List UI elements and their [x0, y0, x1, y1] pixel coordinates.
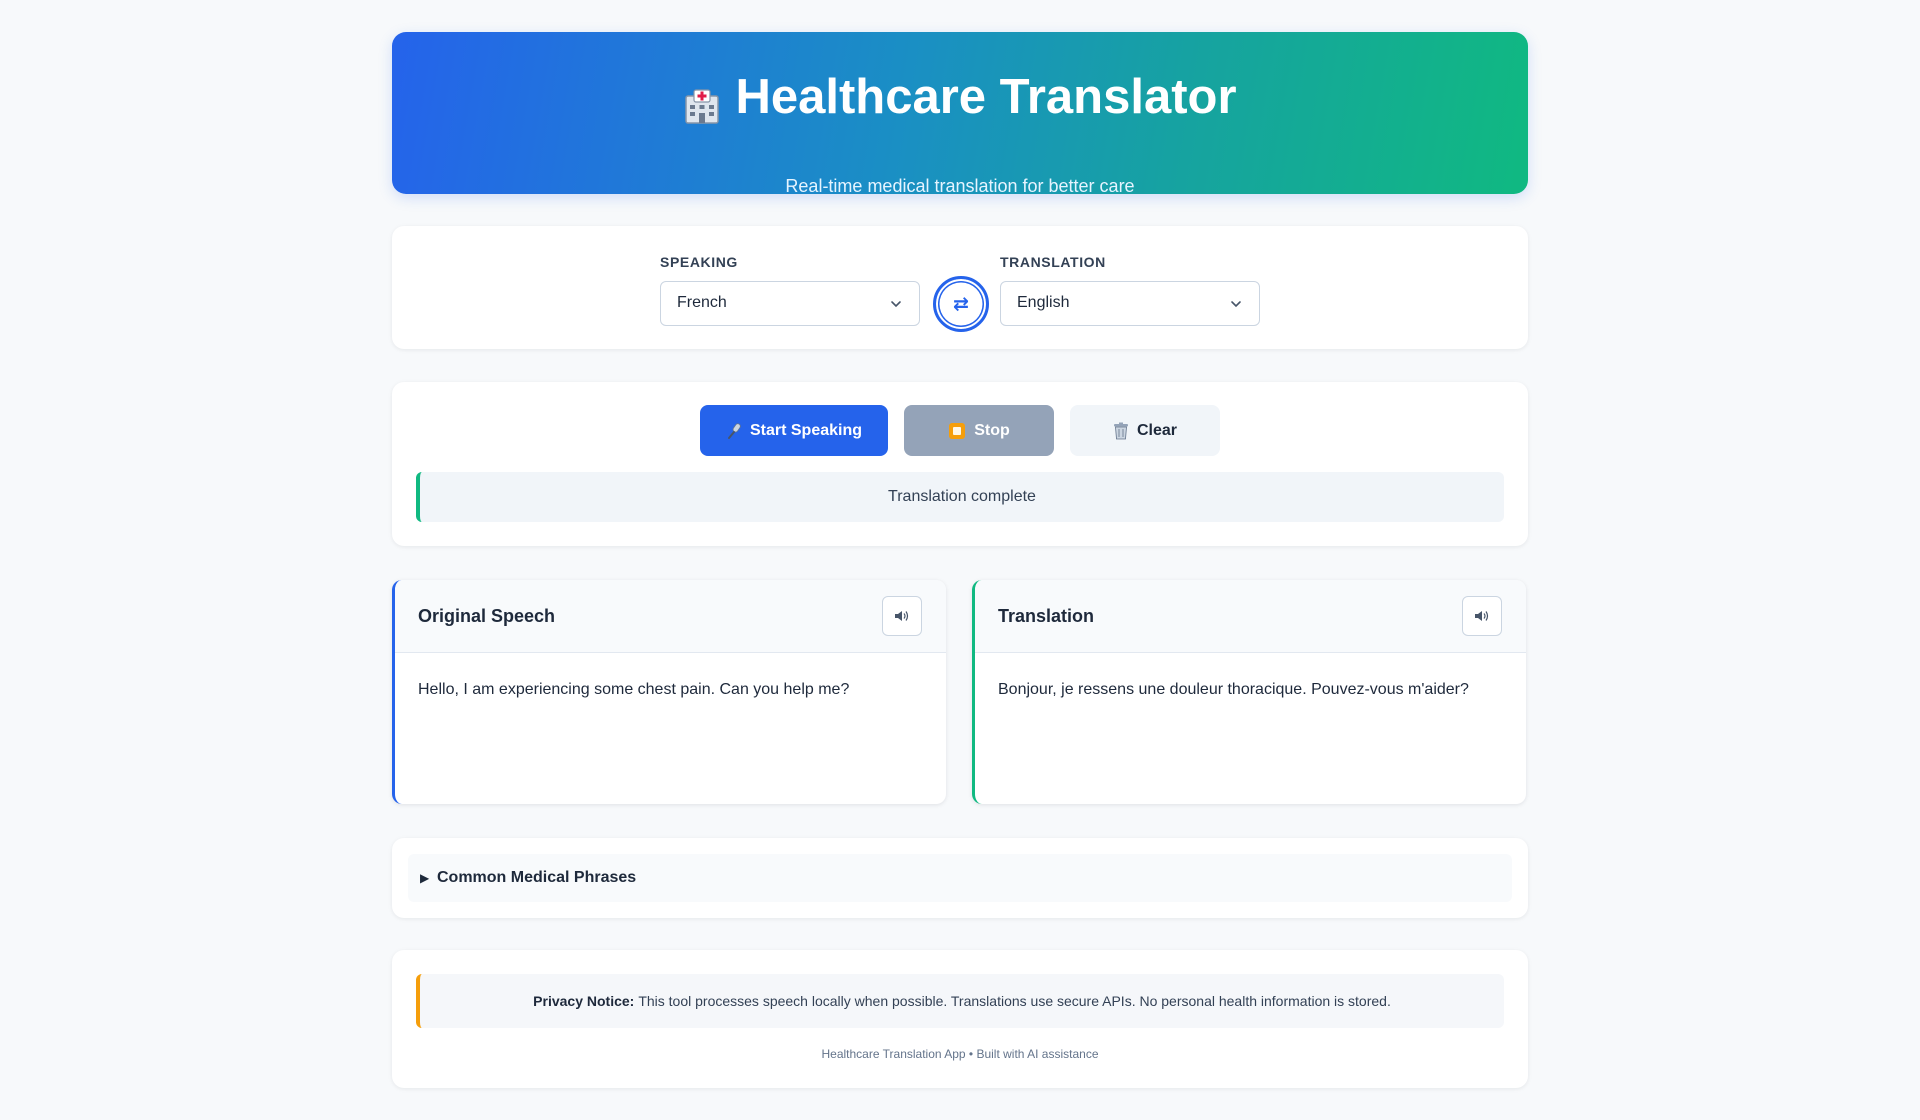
- translation-label: TRANSLATION: [1000, 254, 1106, 270]
- chevron-down-icon: [1231, 301, 1241, 308]
- translation-text: Bonjour, je ressens une douleur thoraciq…: [998, 681, 1469, 698]
- translation-panel: Translation Bonjour, je ressens une doul…: [972, 580, 1526, 804]
- common-phrases-card: ▶ Common Medical Phrases: [392, 838, 1528, 918]
- privacy-card: Privacy Notice: This tool processes spee…: [392, 950, 1528, 1088]
- app-subtitle: Real-time medical translation for better…: [785, 176, 1135, 196]
- clear-label: Clear: [1136, 421, 1178, 439]
- play-translation-button[interactable]: [1462, 596, 1502, 636]
- speaking-label: SPEAKING: [660, 254, 738, 270]
- original-speech-header: Original Speech: [395, 580, 946, 653]
- privacy-notice-heading: Privacy Notice:: [533, 993, 635, 1009]
- app-root: Healthcare Translator Real-time medical …: [0, 0, 1920, 1120]
- translation-language-value: English: [1017, 294, 1070, 311]
- stop-label: Stop: [974, 421, 1010, 439]
- hospital-icon: [683, 79, 721, 125]
- speaking-language-value: French: [677, 294, 727, 311]
- stop-button[interactable]: Stop: [904, 405, 1054, 456]
- original-speech-panel: Original Speech Hello, I am experiencing…: [392, 580, 946, 804]
- chevron-down-icon: [891, 301, 901, 308]
- clear-button[interactable]: Clear: [1070, 405, 1220, 456]
- start-speaking-button[interactable]: Start Speaking: [700, 405, 888, 456]
- stop-icon: [949, 422, 966, 439]
- translation-header: Translation: [975, 580, 1526, 653]
- translation-title: Translation: [998, 606, 1095, 626]
- trash-icon: [1113, 422, 1128, 439]
- status-message: Translation complete: [416, 472, 1504, 522]
- translation-language-select[interactable]: English: [1000, 281, 1260, 326]
- microphone-icon: [727, 422, 741, 439]
- app-header: Healthcare Translator Real-time medical …: [392, 32, 1528, 196]
- speaker-icon: [895, 611, 909, 621]
- page-title: Healthcare Translator: [392, 68, 1528, 127]
- speaker-icon: [1475, 611, 1489, 621]
- speaking-language-select[interactable]: French: [660, 281, 920, 326]
- privacy-notice: Privacy Notice: This tool processes spee…: [416, 974, 1504, 1028]
- original-speech-title: Original Speech: [418, 606, 556, 626]
- common-phrases-label: Common Medical Phrases: [437, 869, 637, 886]
- privacy-notice-text: This tool processes speech locally when …: [638, 993, 1391, 1009]
- original-speech-text: Hello, I am experiencing some chest pain…: [418, 681, 850, 698]
- caret-right-icon: ▶: [420, 871, 430, 885]
- footer-text: Healthcare Translation App • Built with …: [821, 1047, 1099, 1061]
- controls-card: Start Speaking Stop Clear Translation co…: [392, 382, 1528, 546]
- app-title-text: Healthcare Translator: [735, 70, 1237, 124]
- common-phrases-toggle[interactable]: ▶ Common Medical Phrases: [408, 854, 1512, 902]
- swap-languages-button[interactable]: ⇄: [933, 276, 989, 332]
- language-selector-card: SPEAKING French ⇄ TRANSLATION English: [392, 226, 1528, 349]
- start-speaking-label: Start Speaking: [749, 421, 863, 439]
- swap-icon: ⇄: [953, 293, 969, 315]
- play-original-button[interactable]: [882, 596, 922, 636]
